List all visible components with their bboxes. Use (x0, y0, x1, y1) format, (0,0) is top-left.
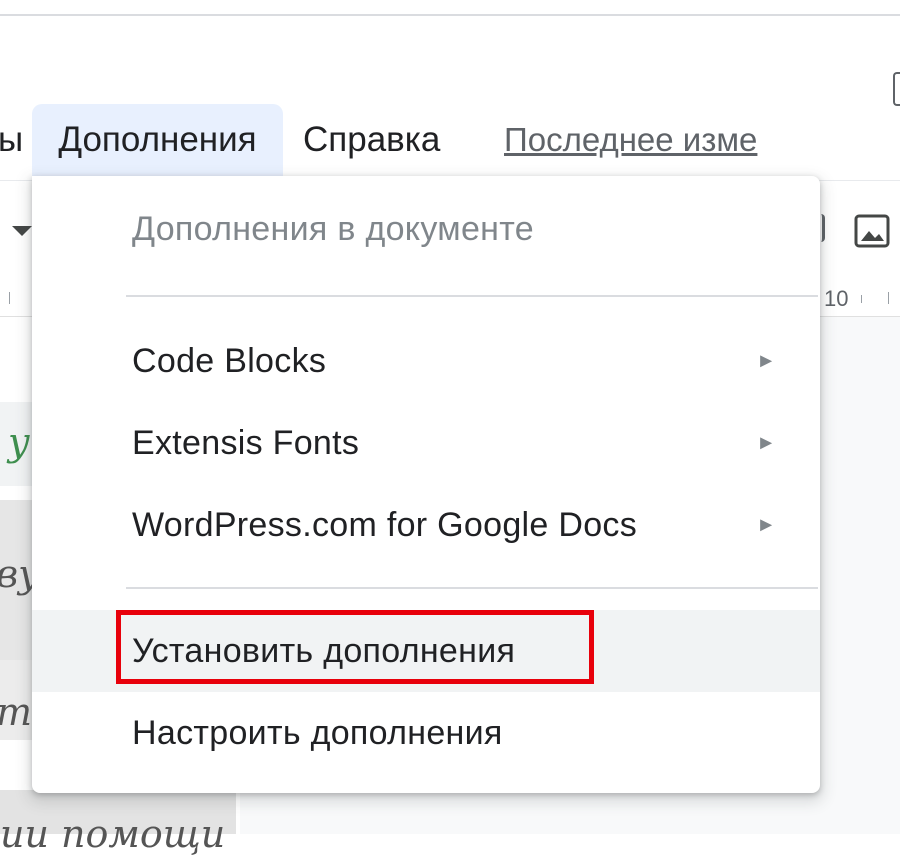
last-edit-link[interactable]: Последнее изме (504, 104, 757, 176)
menu-divider (126, 295, 818, 297)
menu-item-code-blocks[interactable]: Code Blocks ► (32, 320, 820, 402)
submenu-arrow-icon: ► (756, 350, 776, 372)
top-divider (0, 14, 900, 16)
insert-image-icon[interactable] (853, 213, 891, 249)
menu-item-wordpress[interactable]: WordPress.com for Google Docs ► (32, 484, 820, 566)
menu-item-extensis-fonts[interactable]: Extensis Fonts ► (32, 402, 820, 484)
menu-divider (126, 587, 818, 589)
submenu-arrow-icon: ► (756, 432, 776, 454)
menu-item-label: WordPress.com for Google Docs (132, 506, 638, 544)
submenu-arrow-icon: ► (756, 514, 776, 536)
menu-item-manage-addons[interactable]: Настроить дополнения (32, 692, 820, 774)
document-text-fragment: у (8, 420, 31, 464)
menu-item-help[interactable]: Справка (303, 104, 440, 176)
ruler-number: 10 (824, 286, 849, 311)
menu-item-label: Code Blocks (132, 342, 327, 380)
ruler-tick (861, 295, 862, 303)
menu-item-label: Установить дополнения (132, 632, 516, 670)
ruler-tick (888, 292, 889, 304)
document-text-fragment: ии помощи (0, 812, 226, 856)
menu-item-label: Extensis Fonts (132, 424, 360, 462)
corner-button-fragment[interactable] (893, 72, 900, 106)
menu-item-label: Настроить дополнения (132, 714, 503, 752)
menu-item-install-addons[interactable]: Установить дополнения (32, 610, 820, 692)
menu-item-previous[interactable]: ы (0, 104, 23, 176)
addons-dropdown-menu: Дополнения в документе Code Blocks ► Ext… (32, 176, 820, 793)
ruler-tick (9, 292, 10, 304)
caret-down-icon[interactable] (12, 226, 32, 236)
menu-item-addons[interactable]: Дополнения (32, 104, 283, 176)
menubar: ы Дополнения Справка Последнее изме (0, 104, 900, 176)
menu-section-header: Дополнения в документе (132, 210, 534, 248)
